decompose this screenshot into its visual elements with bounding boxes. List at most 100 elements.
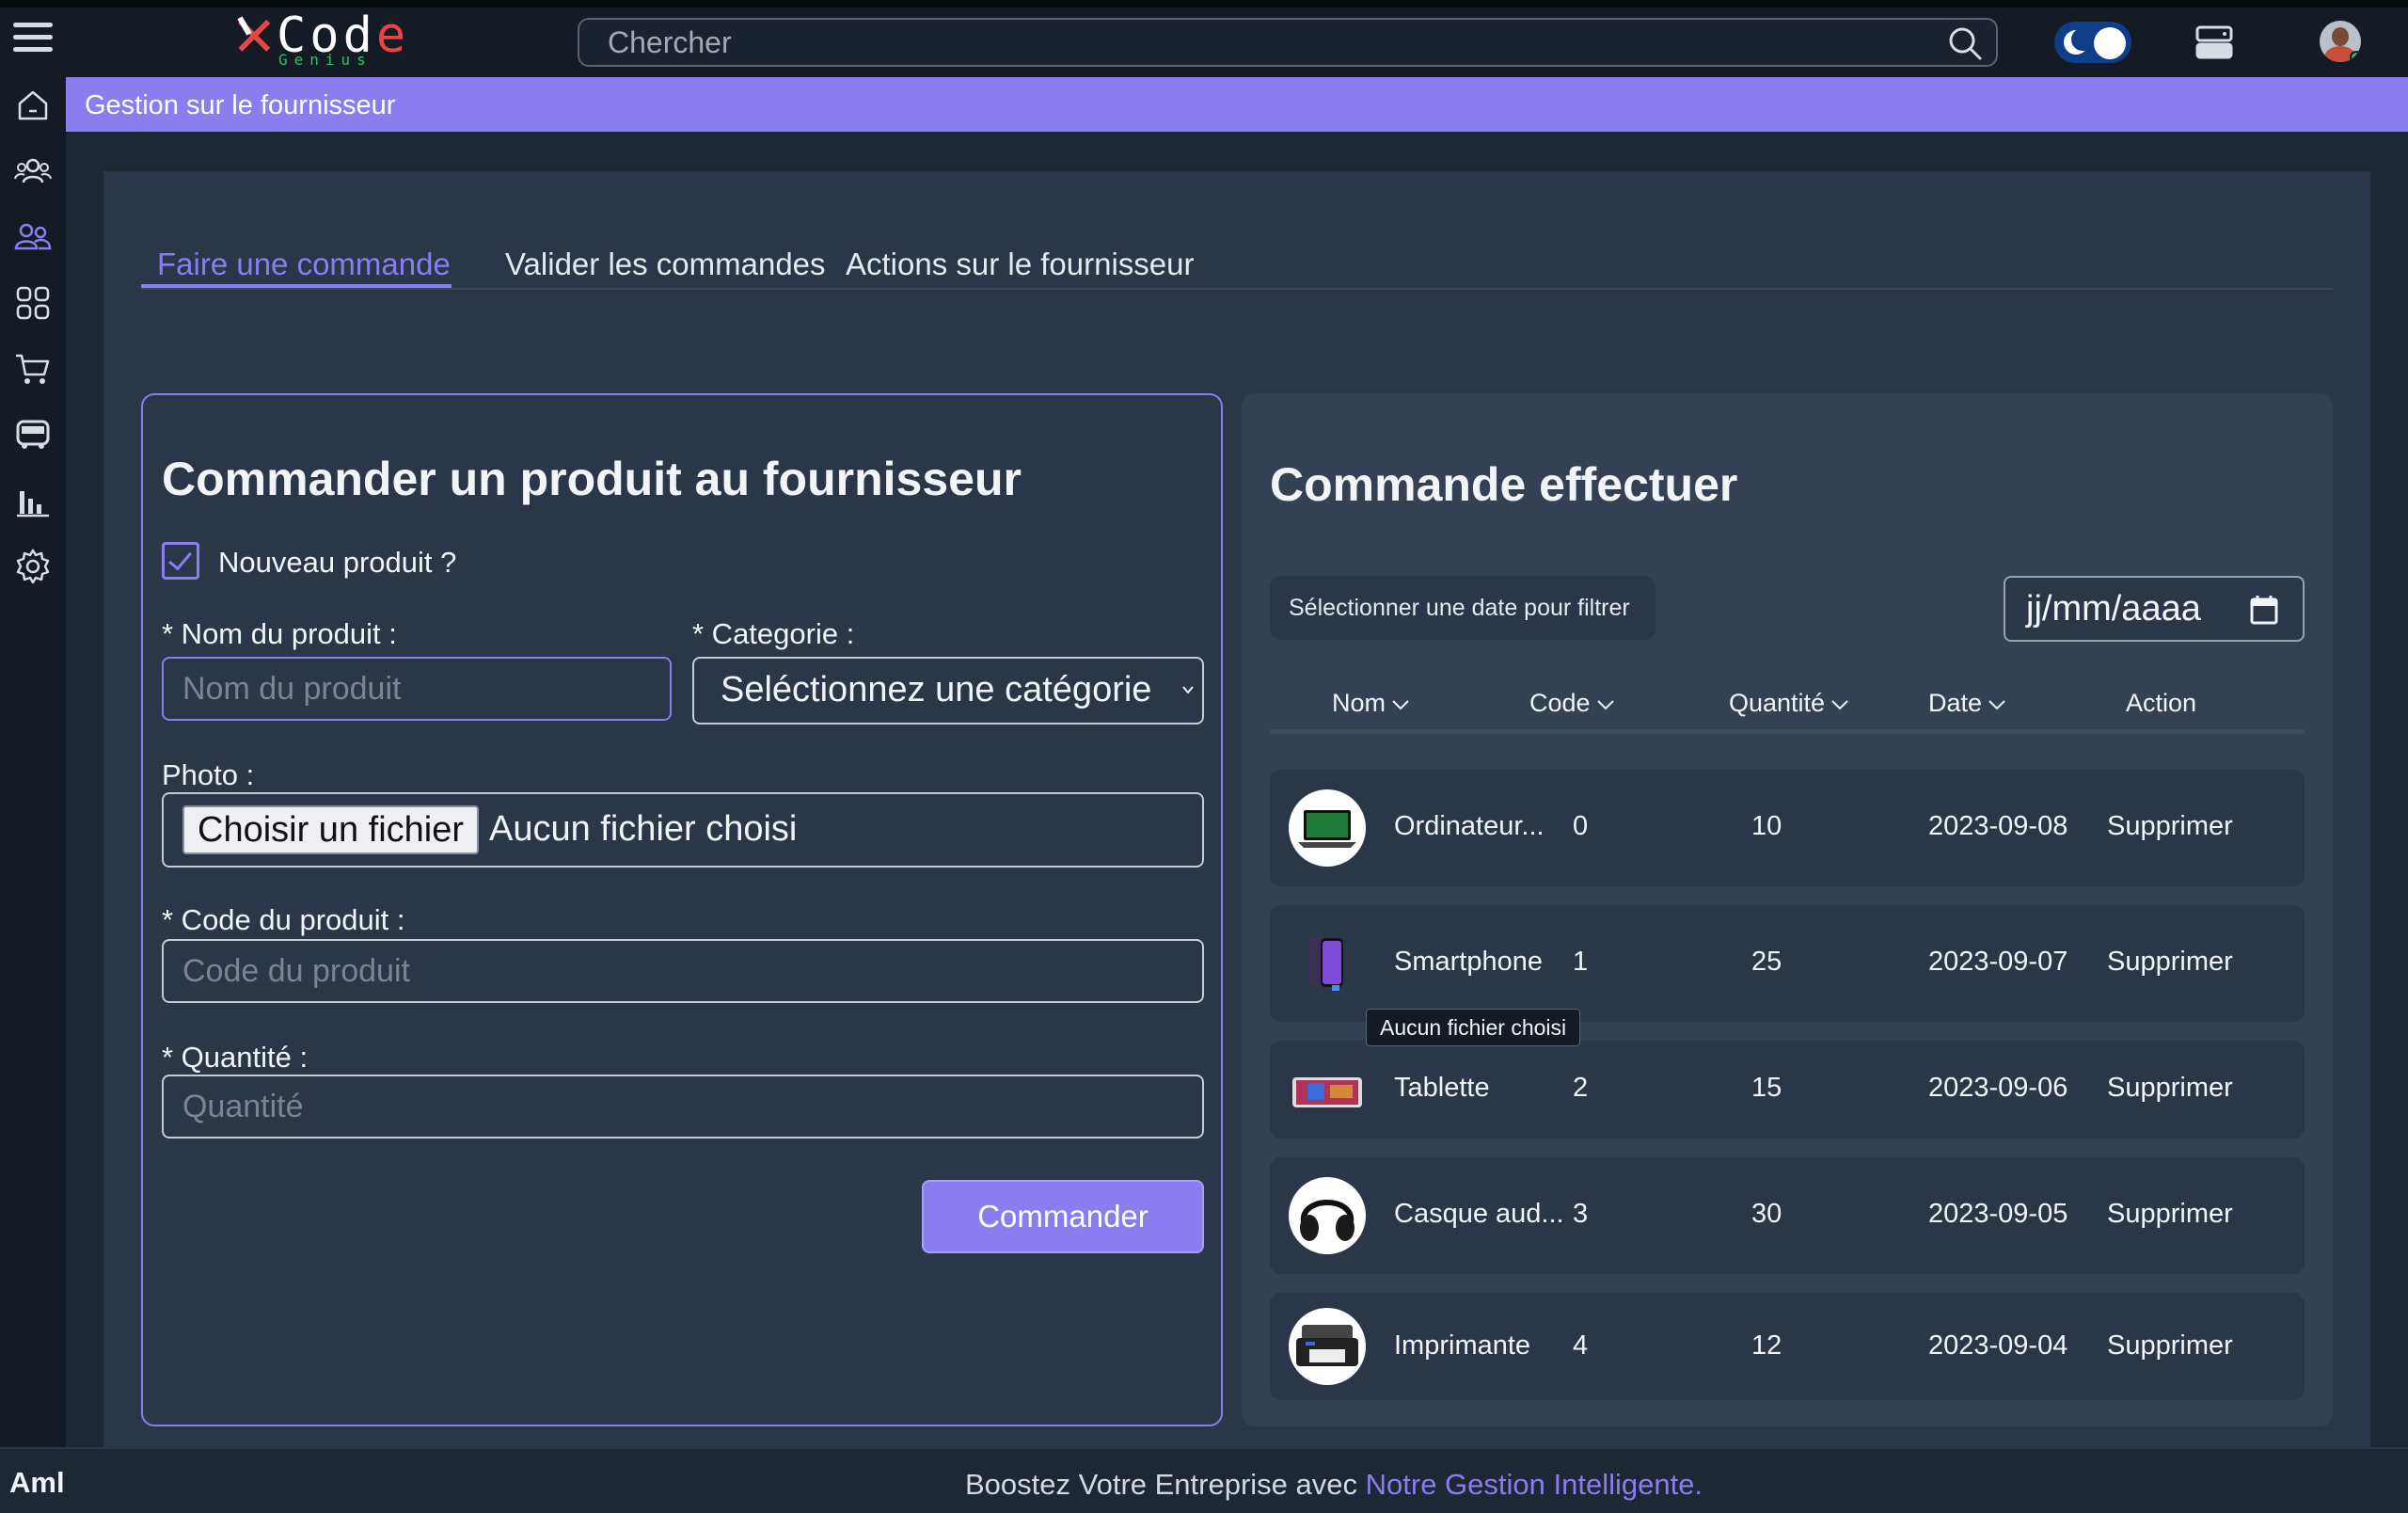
active-tab-indicator [141, 284, 452, 288]
tab-valider-les-commandes[interactable]: Valider les commandes [505, 247, 826, 282]
table-row: Tablette 2 15 2023-09-06 Supprimer [1270, 1041, 2305, 1139]
row-quantity: 25 [1751, 947, 1782, 977]
suppliers-icon[interactable] [12, 216, 54, 258]
column-header-action: Action [2126, 689, 2197, 717]
quantity-field[interactable] [162, 1075, 1204, 1139]
grid-icon[interactable] [12, 282, 54, 324]
chevron-down-icon [1831, 700, 1848, 710]
product-code-input[interactable] [164, 941, 1202, 1001]
new-product-label: Nouveau produit ? [218, 546, 457, 579]
category-select[interactable]: Seléctionnez une catégorie [692, 657, 1204, 725]
calendar-icon[interactable] [2250, 595, 2278, 625]
footer: Aml Boostez Votre Entreprise avec Notre … [0, 1447, 2408, 1513]
server-icon[interactable] [2195, 25, 2233, 59]
bar-chart-icon[interactable] [12, 480, 54, 521]
cart-icon[interactable] [12, 348, 54, 390]
photo-label: Photo : [162, 758, 255, 791]
delete-button[interactable]: Supprimer [2107, 947, 2233, 978]
footer-user: Aml [9, 1466, 65, 1499]
order-form-card: Commander un produit au fournisseur Nouv… [141, 393, 1223, 1426]
tab-actions-fournisseur[interactable]: Actions sur le fournisseur [846, 247, 1195, 282]
logo-x-mark: ✕ [231, 5, 277, 69]
row-date: 2023-09-04 [1928, 1330, 2068, 1361]
delete-button[interactable]: Supprimer [2107, 1073, 2233, 1104]
search-icon[interactable] [1947, 25, 1983, 61]
footer-tagline: Boostez Votre Entreprise avec Notre Gest… [965, 1468, 1703, 1501]
product-thumbnail-phone [1289, 925, 1366, 1002]
chevron-down-icon [1596, 700, 1614, 710]
row-name: Smartphone [1394, 947, 1543, 977]
product-thumbnail-laptop [1289, 789, 1366, 867]
product-code-label: * Code du produit : [162, 903, 405, 936]
row-code: 3 [1573, 1199, 1589, 1229]
row-date: 2023-09-07 [1928, 947, 2068, 977]
home-icon[interactable] [12, 85, 54, 126]
date-filter-input[interactable]: jj/mm/aaaa [2004, 576, 2305, 642]
main-panel: Faire une commande Valider les commandes… [103, 171, 2370, 1447]
gear-icon[interactable] [12, 546, 54, 587]
file-status: Aucun fichier choisi [489, 809, 798, 849]
top-bar: ✕ Code Genius [0, 0, 2408, 77]
form-title: Commander un produit au fournisseur [162, 453, 1022, 505]
users-icon[interactable] [12, 151, 54, 192]
tooltip: Aucun fichier choisi [1366, 1009, 1581, 1046]
hamburger-menu-icon[interactable] [13, 23, 53, 56]
product-thumbnail-tablet [1289, 1051, 1366, 1128]
column-header-code[interactable]: Code [1529, 689, 1615, 718]
row-code: 1 [1573, 947, 1589, 977]
row-quantity: 12 [1751, 1330, 1782, 1361]
orders-table-header: Nom Code Quantité Date Action [1270, 676, 2305, 734]
product-thumbnail-printer [1289, 1308, 1366, 1385]
search-bar[interactable] [578, 18, 1998, 67]
column-header-quantite[interactable]: Quantité [1729, 689, 1849, 718]
row-code: 0 [1573, 811, 1589, 841]
row-name: Ordinateur... [1394, 811, 1545, 841]
chevron-down-icon [1182, 686, 1194, 694]
row-code: 2 [1573, 1073, 1589, 1103]
theme-toggle[interactable] [2054, 22, 2131, 63]
logo-subtitle: Genius [278, 51, 372, 69]
delete-button[interactable]: Supprimer [2107, 1199, 2233, 1230]
commander-button[interactable]: Commander [922, 1180, 1204, 1253]
tab-bar: Faire une commande Valider les commandes… [141, 247, 2333, 290]
page-title: Gestion sur le fournisseur [85, 90, 396, 120]
chevron-down-icon [1392, 700, 1409, 710]
orders-card: Commande effectuer Sélectionner une date… [1242, 393, 2333, 1426]
truck-icon[interactable] [12, 414, 54, 455]
quantity-input[interactable] [164, 1076, 1202, 1137]
page-banner: Gestion sur le fournisseur [66, 77, 2408, 132]
sidebar [0, 77, 66, 1447]
delete-button[interactable]: Supprimer [2107, 1330, 2233, 1362]
product-code-field[interactable] [162, 939, 1204, 1003]
product-name-field[interactable] [162, 657, 672, 721]
logo[interactable]: ✕ Code Genius [231, 9, 420, 69]
delete-button[interactable]: Supprimer [2107, 811, 2233, 842]
quantity-label: * Quantité : [162, 1041, 309, 1074]
search-input[interactable] [579, 20, 1996, 65]
choose-file-button[interactable]: Choisir un fichier [182, 805, 479, 854]
tab-faire-une-commande[interactable]: Faire une commande [157, 247, 451, 282]
product-name-input[interactable] [164, 659, 670, 719]
row-name: Imprimante [1394, 1330, 1531, 1361]
category-select-value: Seléctionnez une catégorie [721, 670, 1152, 709]
row-date: 2023-09-05 [1928, 1199, 2068, 1229]
chevron-down-icon [1988, 700, 2005, 710]
date-filter-label: Sélectionner une date pour filtrer [1270, 576, 1656, 640]
row-name: Tablette [1394, 1073, 1490, 1103]
row-code: 4 [1573, 1330, 1589, 1361]
row-name: Casque aud... [1394, 1199, 1564, 1229]
avatar[interactable] [2320, 21, 2361, 62]
row-quantity: 10 [1751, 811, 1782, 841]
column-header-nom[interactable]: Nom [1332, 689, 1410, 718]
orders-title: Commande effectuer [1270, 458, 1738, 511]
online-status-dot [2350, 51, 2361, 62]
toggle-knob [2094, 27, 2126, 59]
table-row: Ordinateur... 0 10 2023-09-08 Supprimer [1270, 770, 2305, 886]
table-row: Imprimante 4 12 2023-09-04 Supprimer [1270, 1293, 2305, 1400]
row-quantity: 15 [1751, 1073, 1782, 1103]
photo-file-input[interactable]: Choisir un fichier Aucun fichier choisi [162, 792, 1204, 868]
column-header-date[interactable]: Date [1928, 689, 2006, 718]
row-quantity: 30 [1751, 1199, 1782, 1229]
new-product-checkbox[interactable] [162, 542, 199, 580]
category-label: * Categorie : [692, 617, 855, 650]
